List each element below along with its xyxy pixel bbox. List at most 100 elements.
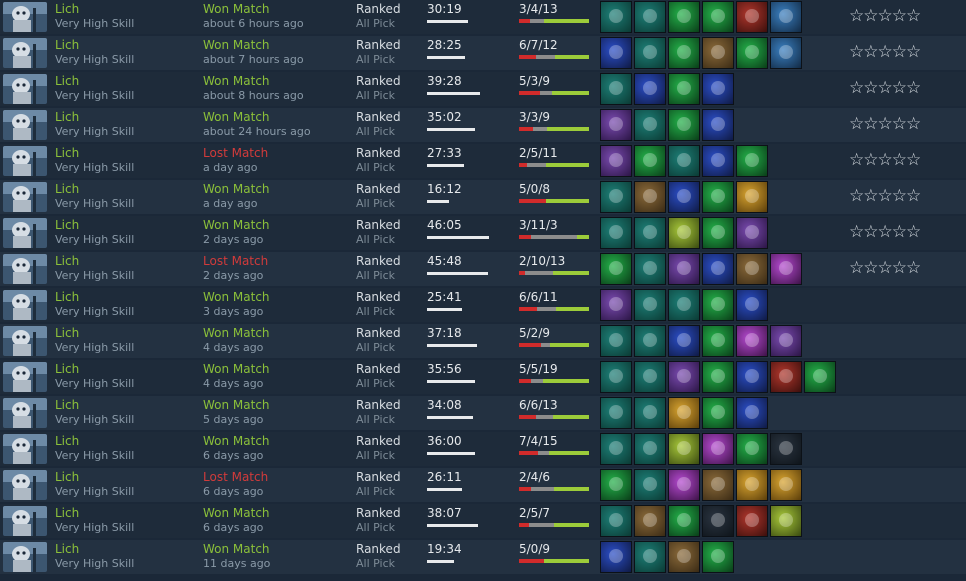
green-item-icon[interactable] [634,145,666,177]
hero-portrait-icon[interactable] [3,362,47,392]
teal-item-icon[interactable] [634,361,666,393]
purple-item-icon[interactable] [600,109,632,141]
gold-item-icon[interactable] [668,397,700,429]
purple-item-icon[interactable] [668,253,700,285]
teal-item-icon[interactable] [600,361,632,393]
red-item-icon[interactable] [736,505,768,537]
hero-name-link[interactable]: Lich [55,398,79,412]
hero-name-link[interactable]: Lich [55,542,79,556]
blue-item-icon[interactable] [634,73,666,105]
match-row[interactable]: Lich Very High Skill Won Match 11 days a… [0,540,966,574]
magenta-item-icon[interactable] [770,253,802,285]
teal-item-icon[interactable] [634,433,666,465]
hero-name-link[interactable]: Lich [55,146,79,160]
brown-item-icon[interactable] [702,37,734,69]
blue-item-icon[interactable] [736,361,768,393]
blue-item-icon[interactable] [600,37,632,69]
gold-item-icon[interactable] [736,181,768,213]
red-item-icon[interactable] [770,361,802,393]
match-row[interactable]: Lich Very High Skill Won Match 2 days ag… [0,216,966,250]
brown-item-icon[interactable] [702,469,734,501]
hero-portrait-icon[interactable] [3,254,47,284]
hero-name-link[interactable]: Lich [55,434,79,448]
magenta-item-icon[interactable] [736,325,768,357]
gold-item-icon[interactable] [736,469,768,501]
match-row[interactable]: Lich Very High Skill Lost Match a day ag… [0,144,966,178]
teal-item-icon[interactable] [668,289,700,321]
teal-item-icon[interactable] [634,469,666,501]
green-item-icon[interactable] [600,469,632,501]
match-row[interactable]: Lich Very High Skill Won Match 6 days ag… [0,432,966,466]
match-result-link[interactable]: Won Match [203,2,270,16]
hero-name-link[interactable]: Lich [55,182,79,196]
rating-stars[interactable]: ☆☆☆☆☆ [849,258,921,278]
brown-item-icon[interactable] [736,253,768,285]
hero-portrait-icon[interactable] [3,542,47,572]
green-item-icon[interactable] [600,253,632,285]
match-result-link[interactable]: Won Match [203,362,270,376]
hero-name-link[interactable]: Lich [55,290,79,304]
hero-name-link[interactable]: Lich [55,218,79,232]
blue-item-icon[interactable] [702,73,734,105]
gold-item-icon[interactable] [770,469,802,501]
rating-stars[interactable]: ☆☆☆☆☆ [849,114,921,134]
match-row[interactable]: Lich Very High Skill Won Match about 8 h… [0,72,966,106]
lime-item-icon[interactable] [770,505,802,537]
match-result-link[interactable]: Won Match [203,542,270,556]
match-row[interactable]: Lich Very High Skill Won Match a day ago… [0,180,966,214]
rating-stars[interactable]: ☆☆☆☆☆ [849,150,921,170]
green-item-icon[interactable] [702,181,734,213]
match-result-link[interactable]: Won Match [203,218,270,232]
match-row[interactable]: Lich Very High Skill Lost Match 6 days a… [0,468,966,502]
hero-name-link[interactable]: Lich [55,254,79,268]
hero-name-link[interactable]: Lich [55,506,79,520]
teal-item-icon[interactable] [634,325,666,357]
hero-portrait-icon[interactable] [3,74,47,104]
rating-stars[interactable]: ☆☆☆☆☆ [849,78,921,98]
match-row[interactable]: Lich Very High Skill Won Match 6 days ag… [0,504,966,538]
blue-item-icon[interactable] [702,109,734,141]
red-item-icon[interactable] [736,1,768,33]
hero-name-link[interactable]: Lich [55,110,79,124]
blue-item-icon[interactable] [702,145,734,177]
teal-item-icon[interactable] [634,37,666,69]
match-result-link[interactable]: Lost Match [203,470,268,484]
match-row[interactable]: Lich Very High Skill Lost Match 2 days a… [0,252,966,286]
blue-item-icon[interactable] [736,289,768,321]
teal-item-icon[interactable] [600,73,632,105]
green-item-icon[interactable] [702,325,734,357]
blue-item-icon[interactable] [600,541,632,573]
match-row[interactable]: Lich Very High Skill Won Match about 7 h… [0,36,966,70]
orb-item-icon[interactable] [770,1,802,33]
hero-name-link[interactable]: Lich [55,362,79,376]
teal-item-icon[interactable] [600,1,632,33]
green-item-icon[interactable] [668,505,700,537]
match-result-link[interactable]: Won Match [203,74,270,88]
dark-item-icon[interactable] [770,433,802,465]
hero-name-link[interactable]: Lich [55,470,79,484]
hero-portrait-icon[interactable] [3,38,47,68]
match-result-link[interactable]: Won Match [203,434,270,448]
match-result-link[interactable]: Won Match [203,326,270,340]
match-row[interactable]: Lich Very High Skill Won Match 3 days ag… [0,288,966,322]
teal-item-icon[interactable] [634,217,666,249]
match-result-link[interactable]: Lost Match [203,254,268,268]
magenta-item-icon[interactable] [702,433,734,465]
match-row[interactable]: Lich Very High Skill Won Match about 24 … [0,108,966,142]
blue-item-icon[interactable] [668,325,700,357]
teal-item-icon[interactable] [634,541,666,573]
purple-item-icon[interactable] [736,217,768,249]
match-result-link[interactable]: Won Match [203,182,270,196]
match-row[interactable]: Lich Very High Skill Won Match 4 days ag… [0,360,966,394]
teal-item-icon[interactable] [634,289,666,321]
teal-item-icon[interactable] [634,253,666,285]
teal-item-icon[interactable] [634,1,666,33]
green-item-icon[interactable] [668,1,700,33]
dark-item-icon[interactable] [702,505,734,537]
hero-portrait-icon[interactable] [3,146,47,176]
hero-portrait-icon[interactable] [3,470,47,500]
hero-name-link[interactable]: Lich [55,74,79,88]
purple-item-icon[interactable] [600,289,632,321]
hero-portrait-icon[interactable] [3,2,47,32]
teal-item-icon[interactable] [600,217,632,249]
